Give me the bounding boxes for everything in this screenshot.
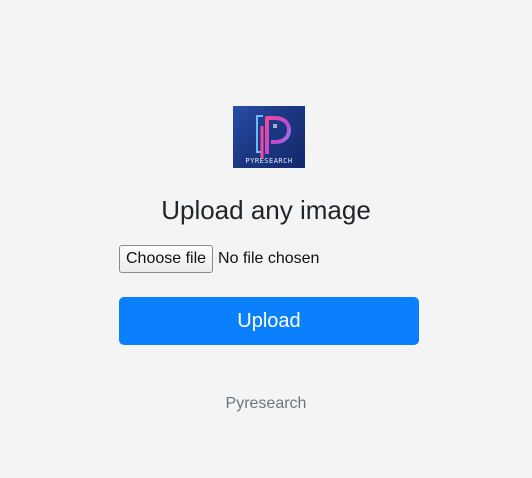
- logo-wordmark: PYRESEARCH: [245, 157, 293, 165]
- upload-page: PYRESEARCH Upload any image Choose file …: [0, 0, 532, 478]
- page-title: Upload any image: [161, 195, 371, 225]
- choose-file-button[interactable]: Choose file: [119, 244, 214, 273]
- upload-button[interactable]: Upload: [119, 297, 419, 345]
- file-status: No file chosen: [218, 249, 320, 267]
- footer-text: Pyresearch: [225, 395, 307, 412]
- file-input: Choose file No file chosen: [119, 244, 319, 273]
- pyresearch-logo: PYRESEARCH: [233, 106, 305, 168]
